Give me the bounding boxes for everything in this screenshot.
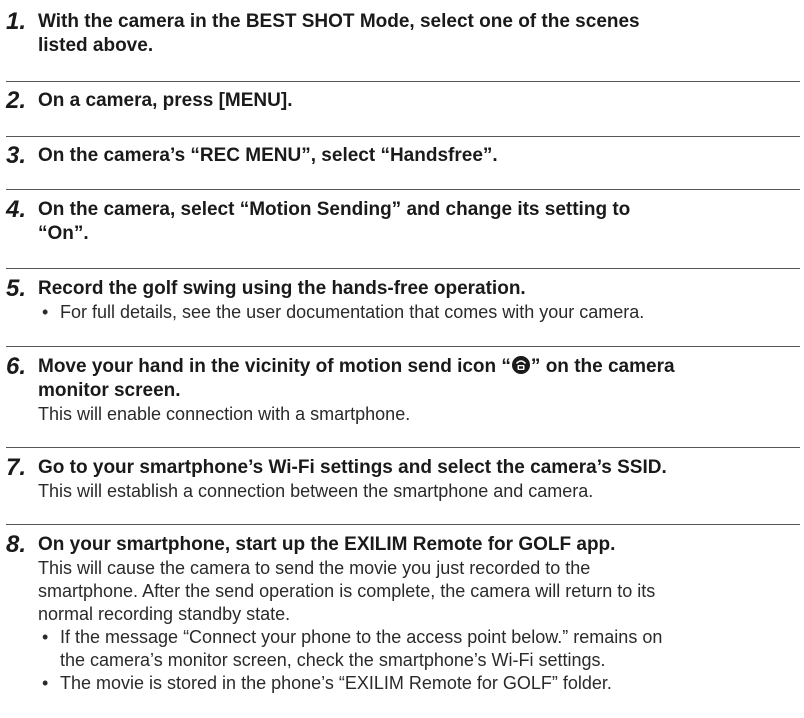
divider [6, 346, 800, 347]
step-heading: 6. Move your hand in the vicinity of mot… [6, 353, 802, 403]
step-number: 2. [6, 87, 27, 114]
step-body-line: normal recording standby state. [38, 604, 291, 624]
step-heading: 3. On the camera’s “REC MENU”, select “H… [6, 142, 802, 169]
step-heading-line: “On”. [38, 223, 89, 244]
step-heading: 7. Go to your smartphone’s Wi-Fi setting… [6, 454, 802, 481]
step-heading: 5. Record the golf swing using the hands… [6, 275, 802, 302]
step-heading-line: On your smartphone, start up the EXILIM … [38, 534, 616, 555]
step-heading-line: Record the golf swing using the hands-fr… [38, 278, 526, 299]
motion-send-icon [511, 356, 530, 374]
step-body-line: smartphone. After the send operation is … [38, 581, 656, 601]
step-2: 2. On a camera, press [MENU]. [6, 87, 802, 114]
divider [6, 189, 800, 190]
step-4: 4. On the camera, select “Motion Sending… [6, 196, 802, 246]
step-5: 5. Record the golf swing using the hands… [6, 275, 802, 324]
step-heading: 1. With the camera in the BEST SHOT Mode… [6, 8, 802, 58]
divider [6, 136, 800, 137]
bullet-text-line: The movie is stored in the phone’s “EXIL… [60, 673, 612, 693]
step-heading-line: With the camera in the BEST SHOT Mode, s… [38, 11, 640, 32]
step-number: 8. [6, 531, 27, 558]
bullet-mark: • [42, 673, 49, 693]
step-heading-line: On the camera, select “Motion Sending” a… [38, 199, 631, 220]
bullet-text-line: the camera’s monitor screen, check the s… [60, 650, 606, 670]
bullet-text: For full details, see the user documenta… [60, 302, 645, 322]
step-heading-text: ” on the camera [530, 356, 675, 377]
step-heading-line: monitor screen. [38, 380, 181, 401]
step-number: 4. [6, 196, 27, 223]
bullet-text-line: If the message “Connect your phone to th… [60, 627, 663, 647]
step-heading-line: On the camera’s “REC MENU”, select “Hand… [38, 145, 498, 166]
step-number: 1. [6, 8, 27, 35]
divider [6, 524, 800, 525]
step-body: This will enable connection with a smart… [38, 404, 411, 424]
step-body: This will establish a connection between… [38, 481, 594, 501]
step-7: 7. Go to your smartphone’s Wi-Fi setting… [6, 454, 802, 503]
divider [6, 81, 800, 82]
step-number: 5. [6, 275, 27, 302]
step-heading: 4. On the camera, select “Motion Sending… [6, 196, 802, 246]
bullet-item: • For full details, see the user documen… [6, 301, 802, 324]
bullet-item: • The movie is stored in the phone’s “EX… [6, 672, 802, 695]
step-body-line: This will cause the camera to send the m… [38, 558, 591, 578]
step-1: 1. With the camera in the BEST SHOT Mode… [6, 8, 802, 58]
step-number: 7. [6, 454, 27, 481]
step-8: 8. On your smartphone, start up the EXIL… [6, 531, 802, 695]
step-3: 3. On the camera’s “REC MENU”, select “H… [6, 142, 802, 169]
step-number: 3. [6, 142, 27, 169]
step-6: 6. Move your hand in the vicinity of mot… [6, 353, 802, 426]
step-number: 6. [6, 353, 27, 380]
step-heading-line: listed above. [38, 35, 154, 56]
step-heading-text: Move your hand in the vicinity of motion… [38, 356, 511, 377]
bullet-mark: • [42, 302, 49, 322]
bullet-mark: • [42, 627, 49, 647]
step-heading-line: On a camera, press [MENU]. [38, 90, 293, 111]
step-heading-line: Move your hand in the vicinity of motion… [38, 355, 802, 379]
divider [6, 268, 800, 269]
step-heading: 2. On a camera, press [MENU]. [6, 87, 802, 114]
step-heading: 8. On your smartphone, start up the EXIL… [6, 531, 802, 558]
divider [6, 447, 800, 448]
step-heading-line: Go to your smartphone’s Wi-Fi settings a… [38, 457, 667, 478]
bullet-item: • If the message “Connect your phone to … [6, 626, 802, 672]
